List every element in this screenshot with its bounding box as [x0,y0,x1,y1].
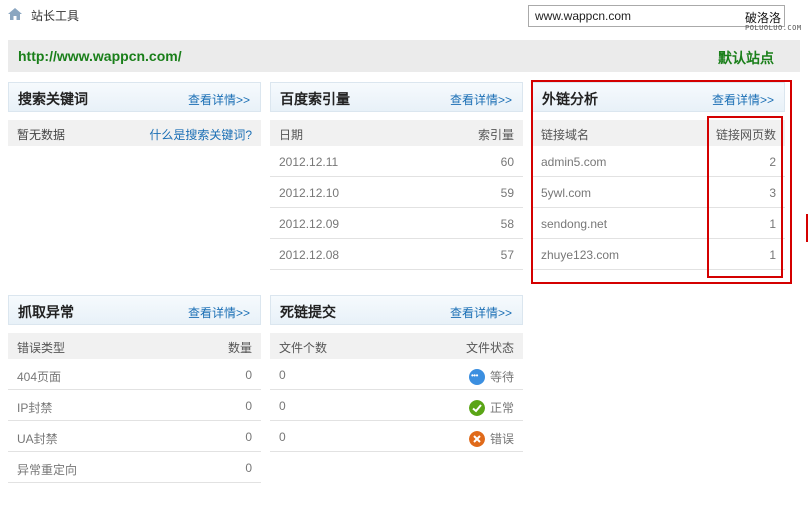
keywords-panel: 搜索关键词 查看详情>> 暂无数据 什么是搜索关键词? [8,82,261,146]
view-details-link[interactable]: 查看详情>> [188,91,250,108]
panel-header: 搜索关键词 查看详情>> [8,82,261,112]
empty-row: 暂无数据 什么是搜索关键词? [8,120,261,146]
row-value: 58 [500,217,514,231]
view-details-link[interactable]: 查看详情>> [450,91,512,108]
error-icon [468,431,485,447]
row-files: 0 [279,430,286,444]
column-error-type: 错误类型 [17,341,66,355]
highlight-box-column [707,116,783,278]
index-panel: 百度索引量 查看详情>> 日期 索引量 2012.12.11 60 2012.12… [270,82,523,270]
help-link[interactable]: 什么是搜索关键词? [149,126,252,143]
row-files: 0 [279,368,286,382]
table-row: UA封禁 0 [8,421,261,452]
crawl-errors-panel: 抓取异常 查看详情>> 错误类型 数量 404页面 0 IP封禁 0 UA封禁 0 异… [8,295,261,483]
table-row: 0 等待 [270,359,523,390]
row-type: 404页面 [17,370,62,384]
column-date: 日期 [279,128,304,142]
row-files: 0 [279,399,286,413]
column-header: 错误类型 数量 [8,333,261,359]
column-index-count: 索引量 [477,128,514,142]
waiting-icon [468,369,485,385]
row-type: IP封禁 [17,401,53,415]
row-date: 2012.12.11 [279,155,339,169]
row-date: 2012.12.09 [279,217,340,231]
column-file-count: 文件个数 [279,341,328,355]
watermark-subtext: POLUOLUO.COM [745,24,802,32]
table-row: 2012.12.08 57 [270,239,523,270]
panel-header: 抓取异常 查看详情>> [8,295,261,325]
panel-header: 死链提交 查看详情>> [270,295,523,325]
column-header: 日期 索引量 [270,120,523,146]
row-type: UA封禁 [17,432,58,446]
panel-header: 百度索引量 查看详情>> [270,82,523,112]
row-status: 正常 [468,399,514,416]
table-row: 404页面 0 [8,359,261,390]
panel-title: 搜索关键词 [18,91,88,107]
panel-title: 百度索引量 [280,91,350,107]
table-row: 2012.12.11 60 [270,146,523,177]
site-url-bar: http://www.wappcn.com/ 默认站点 [8,40,800,72]
row-type: 异常重定向 [17,463,78,477]
highlight-edge [806,214,810,242]
column-file-status: 文件状态 [465,341,514,355]
row-status: 错误 [468,430,514,447]
table-row: 0 正常 [270,390,523,421]
row-count: 0 [245,430,252,444]
empty-text: 暂无数据 [17,128,66,142]
panel-title: 抓取异常 [18,304,74,320]
table-row: 2012.12.10 59 [270,177,523,208]
site-url[interactable]: http://www.wappcn.com/ [18,48,182,64]
row-count: 0 [245,368,252,382]
view-details-link[interactable]: 查看详情>> [450,304,512,321]
column-header: 文件个数 文件状态 [270,333,523,359]
row-count: 0 [245,461,252,475]
table-row: 2012.12.09 58 [270,208,523,239]
check-icon [468,400,485,416]
row-date: 2012.12.10 [279,186,340,200]
status-text: 正常 [489,401,514,415]
page-title: 站长工具 [31,9,80,23]
status-text: 等待 [489,370,514,384]
default-site-label: 默认站点 [718,50,774,66]
row-date: 2012.12.08 [279,248,340,262]
dead-links-panel: 死链提交 查看详情>> 文件个数 文件状态 0 等待 0 正常 0 错误 [270,295,523,452]
home-icon[interactable] [8,8,22,20]
table-row: 0 错误 [270,421,523,452]
table-row: 异常重定向 0 [8,452,261,483]
row-value: 57 [500,248,514,262]
row-count: 0 [245,399,252,413]
row-value: 60 [500,155,514,169]
view-details-link[interactable]: 查看详情>> [188,304,250,321]
table-row: IP封禁 0 [8,390,261,421]
status-text: 错误 [489,432,514,446]
column-count: 数量 [227,341,252,355]
row-value: 59 [500,186,514,200]
row-status: 等待 [468,368,514,385]
panel-title: 死链提交 [280,304,336,320]
